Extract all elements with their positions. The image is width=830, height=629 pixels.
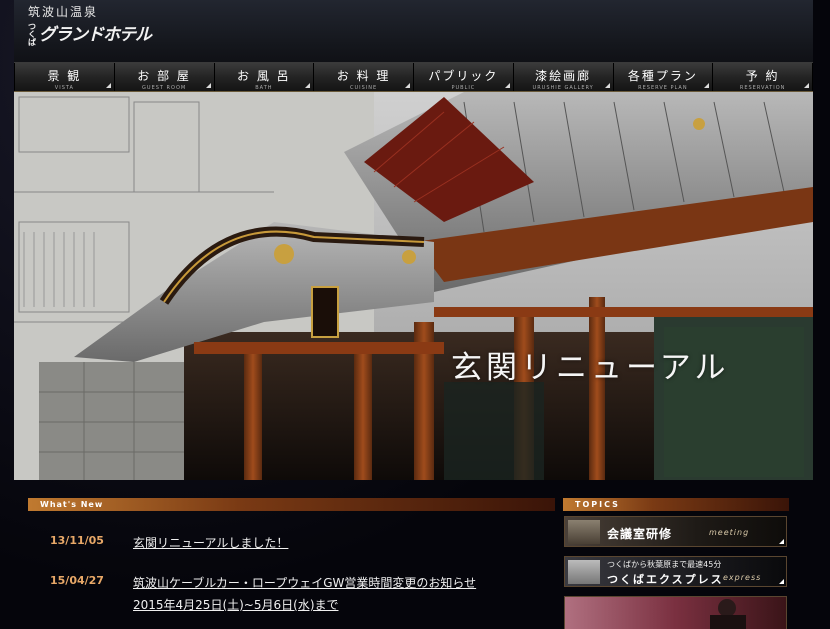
site-header: 筑波山温泉 つくば グランドホテル [14, 0, 813, 62]
nav-label: 各種プラン [627, 69, 698, 83]
nav-item-vista[interactable]: 景 観 VISTA [14, 63, 115, 91]
news-link[interactable]: 筑波山ケーブルカー・ロープウェイGW営業時間変更のお知らせ [133, 574, 476, 591]
corner-arrow-icon [405, 83, 410, 88]
news-link[interactable]: 玄関リニューアルしました！ [133, 534, 288, 551]
logo-main-text: グランドホテル [39, 25, 152, 45]
corner-arrow-icon [779, 539, 784, 544]
nav-sublabel: CUISINE [350, 85, 378, 91]
meeting-banner[interactable]: 会議室研修 meeting [564, 516, 787, 547]
nav-label: お 部 屋 [137, 69, 191, 83]
express-subtitle: express [723, 573, 762, 582]
wedding-banner[interactable] [564, 596, 787, 629]
hero-caption: 玄関リニューアル [451, 350, 730, 386]
person-photo-body [710, 615, 746, 629]
tsukuba-express-banner[interactable]: つくばから秋葉原まで最速45分 つくばエクスプレス express [564, 556, 787, 587]
news-link-sub[interactable]: 2015年4月25日(土)~5月6日(水)まで [133, 596, 339, 613]
nav-sublabel: BATH [255, 85, 273, 91]
nav-item-reservation[interactable]: 予 約 RESERVATION [713, 63, 813, 91]
nav-sublabel: RESERVE PLAN [638, 85, 688, 91]
train-thumbnail [568, 560, 600, 584]
news-date: 13/11/05 [50, 534, 104, 547]
page: 筑波山温泉 つくば グランドホテル 景 観 VISTA お 部 屋 GUEST R… [14, 0, 813, 629]
nav-item-urushie-gallery[interactable]: 漆絵画廊 URUSHIE GALLERY [513, 63, 614, 91]
corner-arrow-icon [305, 83, 311, 88]
hotel-entrance-photo [14, 92, 813, 480]
corner-arrow-icon [105, 83, 111, 88]
corner-arrow-icon [779, 579, 784, 584]
nav-sublabel: PUBLIC [451, 85, 476, 91]
nav-item-guest-room[interactable]: お 部 屋 GUEST ROOM [114, 63, 215, 91]
nav-item-public[interactable]: パブリック PUBLIC [414, 63, 514, 91]
topics-header: TOPICS [563, 498, 789, 511]
corner-arrow-icon [604, 83, 610, 88]
news-date: 15/04/27 [50, 574, 104, 587]
meeting-title: 会議室研修 [607, 527, 673, 541]
nav-label: パブリック [428, 69, 499, 83]
nav-sublabel: RESERVATION [739, 85, 786, 91]
nav-label: 予 約 [745, 69, 780, 83]
express-title: つくばエクスプレス [607, 573, 724, 586]
nav-sublabel: URUSHIE GALLERY [532, 85, 594, 91]
hotel-logo[interactable]: つくば グランドホテル [28, 20, 152, 47]
hero-image: 玄関リニューアル [14, 92, 813, 480]
corner-arrow-icon [504, 83, 510, 88]
nav-sublabel: VISTA [54, 85, 74, 91]
logo-small-text: つくば [28, 22, 36, 47]
express-tagline: つくばから秋葉原まで最速45分 [607, 560, 722, 569]
nav-item-reserve-plan[interactable]: 各種プラン RESERVE PLAN [613, 63, 714, 91]
corner-arrow-icon [804, 83, 809, 88]
nav-item-cuisine[interactable]: お 料 理 CUISINE [314, 63, 414, 91]
nav-label: お 料 理 [336, 69, 391, 83]
nav-label: 漆絵画廊 [535, 69, 592, 83]
meeting-room-thumbnail [568, 520, 600, 544]
corner-arrow-icon [205, 83, 211, 88]
nav-label: 景 観 [47, 69, 82, 83]
meeting-subtitle: meeting [709, 528, 750, 537]
corner-arrow-icon [704, 83, 710, 88]
whats-new-header: What's New [28, 498, 555, 511]
nav-label: お 風 呂 [237, 69, 291, 83]
logo-subtitle: 筑波山温泉 [28, 5, 99, 19]
nav-sublabel: GUEST ROOM [142, 85, 187, 91]
nav-item-bath[interactable]: お 風 呂 BATH [214, 63, 315, 91]
main-nav: 景 観 VISTA お 部 屋 GUEST ROOM お 風 呂 BATH お … [14, 62, 813, 92]
whats-new-label: What's New [40, 500, 104, 509]
topics-label: TOPICS [575, 500, 620, 509]
